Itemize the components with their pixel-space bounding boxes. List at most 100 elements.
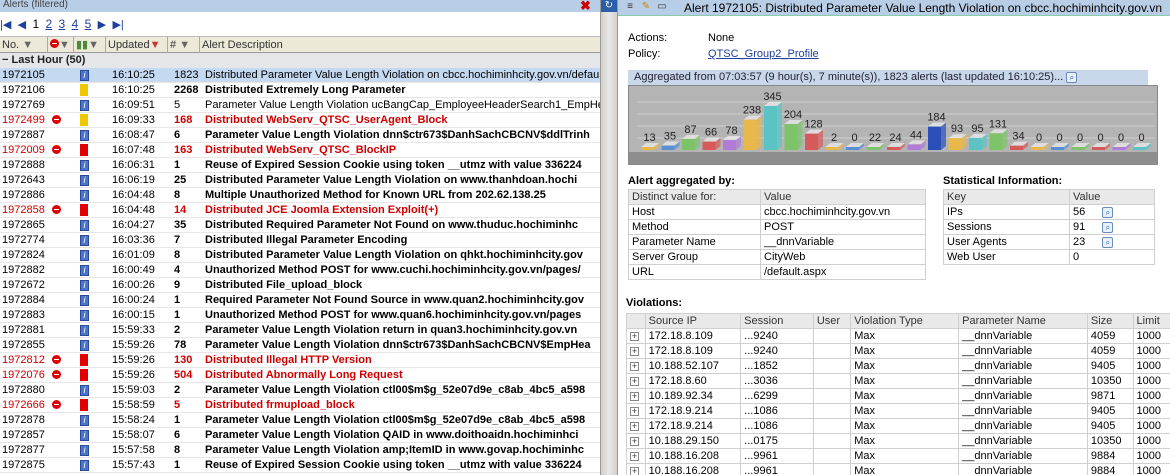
expand-cell[interactable]: + <box>626 418 646 434</box>
violation-row[interactable]: +10.188.29.150 ...0175 Max __dnnVariable 103… <box>626 433 1170 449</box>
table-row[interactable]: 1972880 i 15:59:03 2 Parameter Value Length … <box>0 383 600 398</box>
page-3[interactable]: 3 <box>59 14 66 34</box>
violation-cell: 10.188.16.208 <box>644 448 742 464</box>
table-row[interactable]: 1972884 i 16:00:24 1 Required Parameter Not … <box>0 293 600 308</box>
expand-icon[interactable]: + <box>630 407 639 416</box>
expand-icon[interactable]: + <box>630 377 639 386</box>
col-header-status[interactable]: ▼ <box>48 37 74 53</box>
table-row[interactable]: 1972076 15:59:26 504 Distributed Abnormally… <box>0 368 600 383</box>
updated-time: 15:59:26 <box>112 354 155 366</box>
table-row[interactable]: 1972888 i 16:06:31 1 Reuse of Expired Sessio… <box>0 158 600 173</box>
violation-cell <box>812 373 852 389</box>
magnifier-icon[interactable]: ⌕ <box>1066 71 1078 83</box>
table-row[interactable]: 1972774 i 16:03:36 7 Distributed Illegal Par… <box>0 233 600 248</box>
expand-icon[interactable]: + <box>630 452 639 461</box>
violation-row[interactable]: +172.18.8.109 ...9240 Max __dnnVariable 4059… <box>626 343 1170 359</box>
expand-icon[interactable]: + <box>630 347 639 356</box>
table-row[interactable]: 1972769 i 16:09:51 5 Parameter Value Length … <box>0 98 600 113</box>
page-2[interactable]: 2 <box>46 14 53 34</box>
table-row[interactable]: 1972499 16:09:33 168 Distributed WebServ_QT… <box>0 113 600 128</box>
expand-icon[interactable]: + <box>630 467 639 475</box>
col-header-no[interactable]: No. ▼ <box>0 37 48 53</box>
group-header[interactable]: − Last Hour (50) <box>0 53 600 68</box>
prev-page-icon[interactable]: ◀ <box>18 15 26 35</box>
table-row[interactable]: 1972105 i 16:10:25 1823 Distributed Paramete… <box>0 68 600 83</box>
violation-col-header[interactable]: Parameter Name <box>958 313 1088 329</box>
table-row[interactable]: 1972643 i 16:06:19 25 Distributed Parameter … <box>0 173 600 188</box>
table-row[interactable]: 1972858 16:04:48 14 Distributed JCE Joomla … <box>0 203 600 218</box>
expand-icon[interactable]: + <box>630 392 639 401</box>
expand-icon[interactable]: + <box>630 437 639 446</box>
table-row[interactable]: 1972672 i 16:00:26 9 Distributed File_upload… <box>0 278 600 293</box>
sort-icon[interactable]: ≡ <box>624 1 636 13</box>
document-icon[interactable]: ▭ <box>656 1 668 13</box>
alert-description: Unauthorized Method POST for www.cuchi.h… <box>205 264 581 276</box>
status-cell <box>52 458 62 472</box>
table-row[interactable]: 1972883 i 16:00:15 1 Unauthorized Method POS… <box>0 308 600 323</box>
violation-row[interactable]: +172.18.9.214 ...1086 Max __dnnVariable 9405… <box>626 403 1170 419</box>
expand-icon[interactable]: + <box>630 422 639 431</box>
stats-table: Key Value IPs 56 ⌕ Sessions 91 ⌕ User Agents… <box>943 189 1155 265</box>
magnifier-icon[interactable]: ⌕ <box>1102 236 1114 248</box>
expand-cell[interactable]: + <box>626 343 646 359</box>
page-5[interactable]: 5 <box>85 14 92 34</box>
expand-cell[interactable]: + <box>626 328 646 344</box>
violation-row[interactable]: +172.18.8.109 ...9240 Max __dnnVariable 4059… <box>626 328 1170 344</box>
violation-row[interactable]: +172.18.9.214 ...1086 Max __dnnVariable 9405… <box>626 418 1170 434</box>
page-4[interactable]: 4 <box>72 14 79 34</box>
expand-icon[interactable]: + <box>630 362 639 371</box>
table-row[interactable]: 1972887 i 16:08:47 6 Parameter Value Length … <box>0 128 600 143</box>
table-row[interactable]: 1972865 i 16:04:27 35 Distributed Required P… <box>0 218 600 233</box>
next-page-icon[interactable]: ▶ <box>98 15 106 35</box>
histogram-svg: 13 3587 66 782383452041282 0 22 24 4418493 95 131… <box>629 86 1157 164</box>
violation-col-header[interactable]: Violation Type <box>850 313 960 329</box>
table-row[interactable]: 1972882 i 16:00:49 4 Unauthorized Method POS… <box>0 263 600 278</box>
table-row[interactable]: 1972666 15:58:59 5 Distributed frmupload_bl… <box>0 398 600 413</box>
violation-col-header[interactable]: Limit <box>1132 313 1170 329</box>
magnifier-icon[interactable]: ⌕ <box>1102 206 1114 218</box>
table-row[interactable]: 1972877 i 15:57:58 8 Parameter Value Length … <box>0 443 600 458</box>
expand-cell[interactable]: + <box>626 433 646 449</box>
magnifier-icon[interactable]: ⌕ <box>1102 221 1114 233</box>
table-row[interactable]: 1972881 i 15:59:33 2 Parameter Value Length … <box>0 323 600 338</box>
table-row[interactable]: 1972878 i 15:58:24 1 Parameter Value Length … <box>0 413 600 428</box>
expand-cell[interactable]: + <box>626 388 646 404</box>
table-row[interactable]: 1972855 i 15:59:26 78 Parameter Value Length… <box>0 338 600 353</box>
violation-row[interactable]: +10.188.16.208 ...9961 Max __dnnVariable 988… <box>626 448 1170 464</box>
violation-row[interactable]: +10.189.92.34 ...6299 Max __dnnVariable 9871… <box>626 388 1170 404</box>
violation-row[interactable]: +10.188.16.208 ...9961 Max __dnnVariable 988… <box>626 463 1170 475</box>
expand-cell[interactable]: + <box>626 403 646 419</box>
table-row[interactable]: 1972875 i 15:57:43 1 Reuse of Expired Sessio… <box>0 458 600 473</box>
expand-cell[interactable]: + <box>626 373 646 389</box>
table-row[interactable]: 1972824 i 16:01:09 8 Distributed Parameter V… <box>0 248 600 263</box>
col-header-count[interactable]: # ▼ <box>168 37 200 53</box>
violation-col-header[interactable]: Source IP <box>644 313 742 329</box>
edit-icon[interactable]: ✎ <box>640 1 652 13</box>
table-row[interactable]: 1972812 15:59:26 130 Distributed Illegal HT… <box>0 353 600 368</box>
close-icon[interactable]: ✖ <box>580 0 592 12</box>
violation-row[interactable]: +10.188.52.107 ...1852 Max __dnnVariable 940… <box>626 358 1170 374</box>
violation-col-header[interactable]: Session <box>740 313 814 329</box>
violation-col-header[interactable]: User <box>812 313 852 329</box>
expand-cell[interactable]: + <box>626 358 646 374</box>
expand-icon[interactable]: + <box>630 332 639 341</box>
col-header-updated[interactable]: Updated▼ <box>106 37 168 53</box>
table-row[interactable]: 1972009 16:07:48 163 Distributed WebServ_QT… <box>0 143 600 158</box>
table-row[interactable]: 1972106 16:10:25 2268 Distributed Extremely… <box>0 83 600 98</box>
pane-divider[interactable]: ↻ <box>600 0 618 475</box>
last-page-icon[interactable]: ▶| <box>112 15 123 35</box>
first-page-icon[interactable]: |◀ <box>0 15 11 35</box>
col-header-severity[interactable]: ▮▮▼ <box>74 37 106 53</box>
collapse-icon[interactable]: − <box>2 54 8 66</box>
severity-cell: i <box>80 263 90 277</box>
violation-col-header[interactable]: Size <box>1086 313 1134 329</box>
violation-row[interactable]: +172.18.8.60 ...3036 Max __dnnVariable 10350… <box>626 373 1170 389</box>
expand-cell[interactable]: + <box>626 463 646 475</box>
col-header-desc[interactable]: Alert Description <box>200 37 600 53</box>
table-row[interactable]: 1972886 i 16:04:48 8 Multiple Unauthorized M… <box>0 188 600 203</box>
expand-cell[interactable]: + <box>626 448 646 464</box>
table-row[interactable]: 1972857 i 15:58:07 6 Parameter Value Length … <box>0 428 600 443</box>
refresh-icon[interactable]: ↻ <box>601 0 617 12</box>
page-1[interactable]: 1 <box>32 14 39 34</box>
policy-link[interactable]: QTSC_Group2_Profile <box>708 48 819 60</box>
